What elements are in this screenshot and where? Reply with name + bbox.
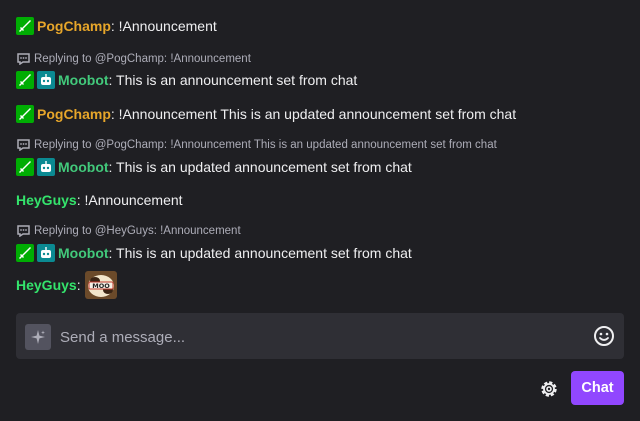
robot-icon[interactable] xyxy=(37,244,55,262)
svg-text:MOO: MOO xyxy=(92,282,110,290)
robot-icon[interactable] xyxy=(37,71,55,89)
chat-message: Moobot : This is an announcement set fro… xyxy=(16,69,357,91)
reply-icon xyxy=(17,139,30,152)
message-text: : !Announcement xyxy=(110,18,217,34)
message-text: : This is an updated announcement set fr… xyxy=(108,159,412,175)
username[interactable]: PogChamp xyxy=(37,15,111,37)
gear-icon xyxy=(541,381,557,397)
moo-emote-icon[interactable]: MOO xyxy=(84,271,117,299)
settings-button[interactable] xyxy=(537,377,561,401)
smiley-icon xyxy=(594,326,614,346)
chat-input-box xyxy=(16,313,624,359)
robot-icon[interactable] xyxy=(37,158,55,176)
sword-icon[interactable] xyxy=(16,158,34,176)
sword-icon[interactable] xyxy=(16,244,34,262)
sword-icon[interactable] xyxy=(16,71,34,89)
chat-message: Moobot : This is an updated announcement… xyxy=(16,242,412,264)
sword-icon[interactable] xyxy=(16,105,34,123)
message-text: : !Announcement xyxy=(76,192,183,208)
username[interactable]: Moobot xyxy=(58,156,109,178)
sparkle-icon xyxy=(31,330,45,344)
emote-picker-button[interactable] xyxy=(592,324,616,348)
username[interactable]: HeyGuys xyxy=(16,189,77,211)
message-text: : This is an announcement set from chat xyxy=(108,72,358,88)
username[interactable]: Moobot xyxy=(58,242,109,264)
chat-send-button[interactable]: Chat xyxy=(571,371,624,405)
reply-text: Replying to @HeyGuys: !Announcement xyxy=(34,225,241,237)
reply-text: Replying to @PogChamp: !Announcement xyxy=(34,53,251,65)
message-text: : !Announcement This is an updated annou… xyxy=(110,106,517,122)
chat-panel: PogChamp : !Announcement Replying to @Po… xyxy=(0,0,640,421)
chat-input[interactable] xyxy=(58,325,582,349)
reply-context[interactable]: Replying to @PogChamp: !Announcement xyxy=(17,51,251,67)
chat-message: Moobot : This is an updated announcement… xyxy=(16,156,412,178)
username[interactable]: Moobot xyxy=(58,69,109,91)
sword-icon[interactable] xyxy=(16,17,34,35)
chat-message: PogChamp : !Announcement xyxy=(16,15,217,37)
username[interactable]: HeyGuys xyxy=(16,274,77,296)
chat-message: HeyGuys : !Announcement xyxy=(16,189,183,211)
bits-button[interactable] xyxy=(25,324,51,350)
reply-text: Replying to @PogChamp: !Announcement Thi… xyxy=(34,139,497,151)
username[interactable]: PogChamp xyxy=(37,103,111,125)
message-text: : This is an updated announcement set fr… xyxy=(108,245,412,261)
message-text: : xyxy=(76,277,81,293)
reply-context[interactable]: Replying to @PogChamp: !Announcement Thi… xyxy=(17,137,497,153)
reply-icon xyxy=(17,225,30,238)
chat-message: PogChamp : !Announcement This is an upda… xyxy=(16,103,516,125)
reply-context[interactable]: Replying to @HeyGuys: !Announcement xyxy=(17,223,241,239)
reply-icon xyxy=(17,53,30,66)
chat-message: HeyGuys : MOO xyxy=(16,270,117,300)
